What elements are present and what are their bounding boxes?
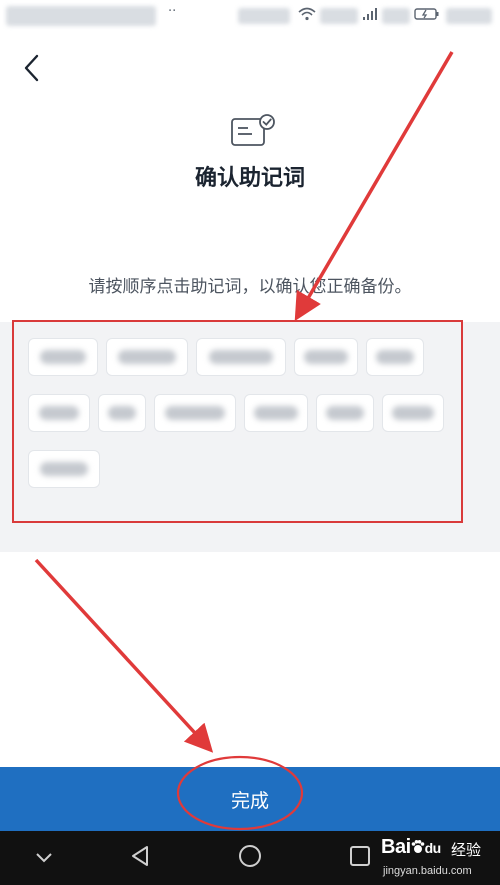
back-triangle-icon — [130, 845, 150, 871]
nav-back-key[interactable] — [120, 841, 160, 875]
annotation-highlight-box — [12, 320, 463, 523]
status-blurred-b — [320, 8, 358, 24]
watermark-logo: Bai du — [381, 836, 441, 858]
status-blurred-time — [446, 8, 492, 24]
done-button-label: 完成 — [230, 789, 269, 812]
instruction-text: 请按顺序点击助记词，以确认您正确备份。 — [88, 277, 412, 297]
watermark-url: jingyan.baidu.com — [383, 865, 472, 877]
home-circle-icon — [238, 844, 262, 872]
done-button[interactable]: 完成 — [0, 767, 500, 831]
page-title: 确认助记词 — [194, 166, 305, 191]
baidu-jingyan-watermark: Bai du 经验 jingyan.baidu.com — [381, 836, 500, 885]
signal-icon — [362, 7, 378, 25]
recent-square-icon — [349, 845, 371, 871]
chevron-left-icon — [22, 54, 40, 86]
back-button[interactable] — [14, 50, 48, 90]
nav-collapse-key[interactable] — [24, 841, 64, 875]
certificate-check-icon — [230, 113, 276, 149]
chevron-down-icon — [35, 849, 53, 868]
status-carrier-blurred — [6, 6, 156, 26]
nav-home-key[interactable] — [230, 841, 270, 875]
status-blurred-c — [382, 8, 410, 24]
wifi-icon — [298, 7, 316, 25]
watermark-label: 经验 — [451, 841, 482, 859]
nav-recent-key[interactable] — [340, 841, 380, 875]
status-bar: ·· — [0, 0, 500, 34]
status-blurred-a — [238, 8, 290, 24]
status-dots-icon: ·· — [168, 4, 177, 19]
battery-icon — [414, 7, 440, 25]
annotation-arrow-to-done — [34, 558, 214, 753]
